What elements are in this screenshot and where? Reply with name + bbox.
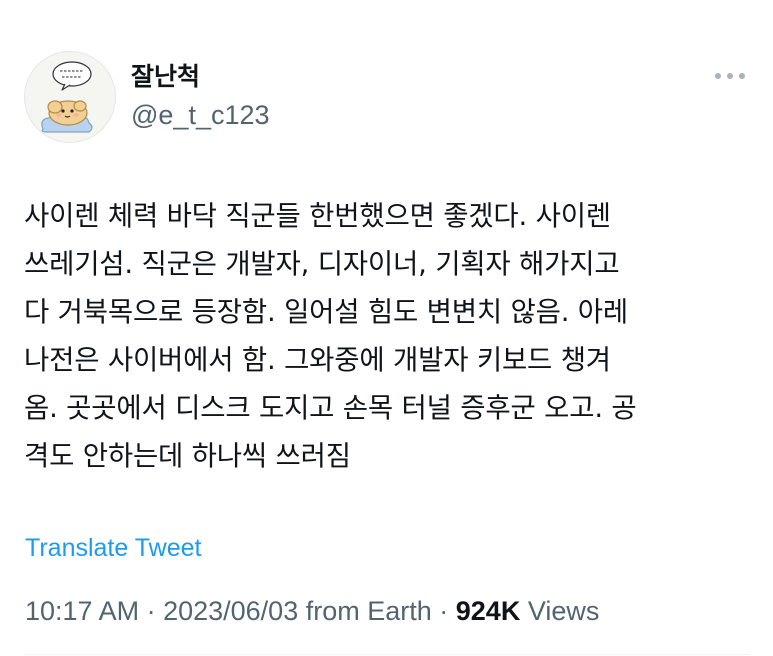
tweet-detail: 잘난척 @e_t_c123 사이렌 체력 바닥 직군들 한번했으면 좋겠다. 사… <box>0 0 773 656</box>
views-label[interactable]: Views <box>520 596 600 626</box>
tweet-date[interactable]: 2023/06/03 <box>163 596 298 626</box>
author-handle[interactable]: @e_t_c123 <box>131 99 270 131</box>
views-count[interactable]: 924K <box>456 596 521 626</box>
meta-separator: · <box>431 596 456 626</box>
cartoon-character-avatar-icon <box>41 61 93 133</box>
meta-separator: · <box>139 596 164 626</box>
more-horizontal-icon <box>715 73 745 79</box>
tweet-text: 사이렌 체력 바닥 직군들 한번했으면 좋겠다. 사이렌 쓰레기섬. 직군은 개… <box>24 200 637 472</box>
more-options-button[interactable] <box>710 62 750 90</box>
divider <box>24 654 750 655</box>
translate-tweet-link[interactable]: Translate Tweet <box>25 532 201 564</box>
tweet-meta: 10:17 AM · 2023/06/03 from Earth · 924K … <box>25 593 599 629</box>
avatar[interactable] <box>24 51 116 143</box>
tweet-time[interactable]: 10:17 AM <box>25 596 139 626</box>
author-display-name[interactable]: 잘난척 <box>131 62 200 92</box>
tweet-source: from Earth <box>298 596 432 626</box>
